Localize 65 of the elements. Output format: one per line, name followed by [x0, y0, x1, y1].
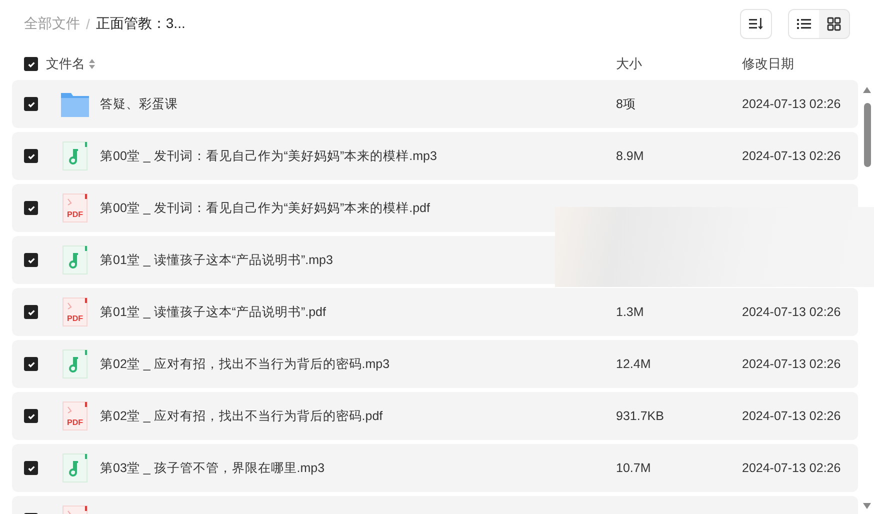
- music-file-icon: [60, 245, 90, 275]
- file-size: 1.3M: [616, 305, 644, 319]
- checkbox[interactable]: [24, 409, 38, 423]
- checkbox[interactable]: [24, 201, 38, 215]
- music-file-icon: [60, 453, 90, 483]
- file-row[interactable]: 第03堂 _ 孩子管不管，界限在哪里.mp3 10.7M 2024-07-13 02:26: [12, 444, 858, 492]
- file-row[interactable]: PDF 第01堂 _ 读懂孩子这本“产品说明书”.pdf 1.3M 2024-07-13 02:26: [12, 288, 858, 336]
- file-size: 8项: [616, 96, 636, 110]
- file-name: 第00堂 _ 发刊词：看见自己作为“美好妈妈”本来的模样.mp3: [100, 148, 437, 162]
- checkmark-icon: [26, 204, 36, 212]
- file-row[interactable]: PDF 第02堂 _ 应对有招，找出不当行为背后的密码.pdf 931.7KB 2024-07-13 02:26: [12, 392, 858, 440]
- breadcrumb-separator: /: [86, 16, 90, 32]
- scroll-up-icon[interactable]: [862, 86, 872, 94]
- pdf-file-icon: PDF: [60, 401, 90, 431]
- breadcrumb-link[interactable]: 正面管教：3...: [96, 15, 186, 33]
- list-icon: [797, 18, 811, 30]
- pdf-file-icon: PDF: [60, 297, 90, 327]
- checkbox[interactable]: [24, 57, 38, 71]
- checkbox[interactable]: [24, 305, 38, 319]
- checkbox[interactable]: [24, 149, 38, 163]
- modified-date: 2024-07-13 02:26: [742, 461, 841, 475]
- sort-arrows-icon[interactable]: [89, 59, 95, 69]
- checkbox[interactable]: [24, 97, 38, 111]
- view-toggle-button[interactable]: [789, 10, 819, 38]
- modified-date: 2024-07-13 02:26: [742, 97, 841, 111]
- file-name: 第02堂 _ 应对有招，找出不当行为背后的密码.mp3: [100, 356, 390, 370]
- checkmark-icon: [26, 360, 36, 368]
- music-file-icon: [60, 141, 90, 171]
- column-header[interactable]: 文件名: [46, 55, 85, 73]
- file-name: 第02堂 _ 应对有招，找出不当行为背后的密码.pdf: [100, 408, 383, 422]
- scroll-down-icon[interactable]: [862, 502, 872, 510]
- pdf-file-icon: PDF: [60, 193, 90, 223]
- file-size: 10.7M: [616, 461, 651, 475]
- file-size: 12.4M: [616, 357, 651, 371]
- sort-icon: [749, 18, 763, 30]
- file-name: 第03堂 _ 孩子管不管，界限在哪里.mp3: [100, 460, 325, 474]
- sort-button[interactable]: [740, 9, 772, 39]
- checkmark-icon: [26, 256, 36, 264]
- checkbox[interactable]: [24, 253, 38, 267]
- scrollbar-thumb[interactable]: [864, 103, 871, 167]
- file-name: 第01堂 _ 读懂孩子这本“产品说明书”.pdf: [100, 304, 326, 318]
- modified-date: 2024-07-13 02:26: [742, 409, 841, 423]
- grid-icon: [827, 17, 841, 31]
- file-name: 第00堂 _ 发刊词：看见自己作为“美好妈妈”本来的模样.pdf: [100, 200, 430, 214]
- modified-date: 2024-07-13 02:26: [742, 149, 841, 163]
- music-file-icon: [60, 349, 90, 379]
- checkmark-icon: [26, 308, 36, 316]
- column-header[interactable]: 修改日期: [742, 55, 858, 73]
- checkbox[interactable]: [24, 357, 38, 371]
- column-header[interactable]: 大小: [616, 55, 742, 73]
- file-size: 931.7KB: [616, 409, 664, 423]
- checkmark-icon: [26, 152, 36, 160]
- file-row[interactable]: 答疑、彩蛋课 8项 2024-07-13 02:26: [12, 80, 858, 128]
- file-size: 8.9M: [616, 149, 644, 163]
- file-name: 答疑、彩蛋课: [100, 96, 178, 110]
- checkmark-icon: [26, 464, 36, 472]
- checkmark-icon: [26, 100, 36, 108]
- checkmark-icon: [26, 412, 36, 420]
- modified-date: 2024-07-13 02:26: [742, 305, 841, 319]
- file-row[interactable]: 第00堂 _ 发刊词：看见自己作为“美好妈妈”本来的模样.mp3 8.9M 2024-07-13 02:26: [12, 132, 858, 180]
- file-name: 第01堂 _ 读懂孩子这本“产品说明书”.mp3: [100, 252, 333, 266]
- file-row[interactable]: 第02堂 _ 应对有招，找出不当行为背后的密码.mp3 12.4M 2024-07-13 02:26: [12, 340, 858, 388]
- modified-date: 2024-07-13 02:26: [742, 357, 841, 371]
- checkmark-icon: [26, 60, 36, 68]
- checkbox[interactable]: [24, 461, 38, 475]
